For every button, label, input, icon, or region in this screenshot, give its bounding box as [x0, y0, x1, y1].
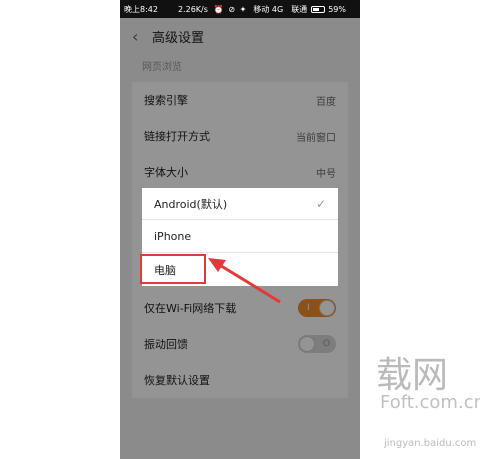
- status-battery-percent: 59%: [328, 4, 346, 14]
- status-icons: ⏰ ⊘ ✦: [213, 4, 248, 14]
- check-icon: ✓: [315, 196, 326, 211]
- option-android[interactable]: Android(默认) ✓: [142, 188, 338, 220]
- watermark-site-url: Foft.com.cn: [380, 392, 480, 413]
- option-iphone[interactable]: iPhone: [142, 221, 338, 253]
- annotation-arrow-icon: [208, 258, 281, 304]
- annotation-highlight-box: [140, 254, 206, 284]
- status-time: 晚上8:42: [124, 4, 158, 14]
- status-carrier-mobile: 移动 4G: [253, 4, 284, 14]
- watermark-jingyan: jingyan.baidu.com: [384, 438, 477, 449]
- phone-screen: 晚上8:42 2.26K/s ⏰ ⊘ ✦ 移动 4G 联通 59% ‹ 高级设置…: [120, 0, 360, 459]
- option-label: Android(默认): [154, 197, 228, 211]
- watermark-site-name: 载网: [376, 355, 449, 396]
- status-bar: 晚上8:42 2.26K/s ⏰ ⊘ ✦ 移动 4G 联通 59%: [120, 0, 360, 18]
- status-speed: 2.26K/s: [177, 4, 208, 14]
- status-carrier-unicom: 联通: [291, 4, 308, 14]
- battery-icon: [311, 5, 326, 13]
- option-label: iPhone: [154, 230, 192, 243]
